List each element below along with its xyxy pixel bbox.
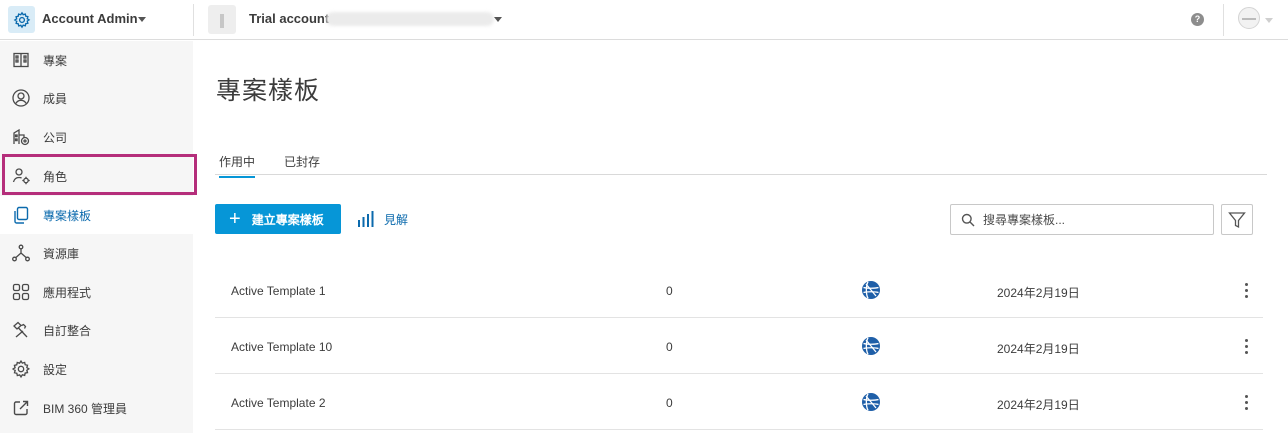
user-gear-icon xyxy=(12,168,30,185)
sidebar-item-label: 設定 xyxy=(43,362,68,377)
external-link-icon xyxy=(13,400,29,416)
tab-archived[interactable]: 已封存 xyxy=(284,153,320,176)
sidebar-item-label: 自訂整合 xyxy=(43,323,92,338)
gear-icon[interactable] xyxy=(8,6,35,33)
template-name[interactable]: Active Template 1 xyxy=(231,284,326,298)
table-row[interactable]: Active Template 1 0 2024年2月19日 xyxy=(215,262,1263,318)
hammer-icon xyxy=(13,321,28,338)
app-title[interactable]: Account Admin xyxy=(42,11,138,26)
building-icon xyxy=(13,52,29,68)
tab-bar: 作用中 已封存 xyxy=(215,150,1267,178)
divider xyxy=(193,4,194,36)
more-options-icon[interactable] xyxy=(1239,391,1253,413)
sidebar-item-apps[interactable]: 應用程式 xyxy=(0,273,193,311)
sidebar-item-label: 專案樣板 xyxy=(43,208,92,223)
page-title: 專案樣板 xyxy=(216,77,321,105)
sidebar-item-label: 資源庫 xyxy=(43,246,80,261)
help-icon[interactable]: ? xyxy=(1191,13,1204,26)
account-thumbnail[interactable] xyxy=(208,5,236,34)
apps-grid-icon xyxy=(12,283,30,301)
chevron-down-icon[interactable] xyxy=(494,17,502,22)
table-row[interactable]: Active Template 2 0 2024年2月19日 xyxy=(215,374,1263,430)
filter-icon xyxy=(1228,211,1246,228)
globe-icon xyxy=(862,393,880,411)
sidebar: 專案 成員 公司 角色 專案樣板 資源庫 應用程式 自訂整合 設定 BIM 36… xyxy=(0,41,193,433)
avatar[interactable] xyxy=(1238,7,1260,29)
sidebar-item-members[interactable]: 成員 xyxy=(0,79,193,117)
search-icon xyxy=(961,213,975,227)
template-count: 0 xyxy=(666,340,673,354)
sidebar-item-custom-integrations[interactable]: 自訂整合 xyxy=(0,311,193,349)
template-count: 0 xyxy=(666,284,673,298)
filter-button[interactable] xyxy=(1221,204,1253,235)
sidebar-item-label: 專案 xyxy=(43,53,68,68)
sidebar-item-settings[interactable]: 設定 xyxy=(0,350,193,388)
sidebar-item-label: 角色 xyxy=(43,169,68,184)
chevron-down-icon[interactable] xyxy=(138,17,146,22)
template-name[interactable]: Active Template 2 xyxy=(231,396,326,410)
network-icon xyxy=(12,244,30,262)
search-input[interactable] xyxy=(983,211,1203,229)
create-template-label: 建立專案樣板 xyxy=(251,212,324,227)
globe-icon xyxy=(862,281,880,299)
sidebar-item-roles[interactable]: 角色 xyxy=(0,157,193,195)
template-name[interactable]: Active Template 10 xyxy=(231,340,332,354)
company-icon xyxy=(13,128,30,146)
template-count: 0 xyxy=(666,396,673,410)
sidebar-item-project-templates[interactable]: 專案樣板 xyxy=(0,196,193,234)
sidebar-item-label: 應用程式 xyxy=(43,285,92,300)
sidebar-item-label: 公司 xyxy=(43,130,68,145)
sidebar-item-projects[interactable]: 專案 xyxy=(0,41,193,79)
copy-icon xyxy=(14,206,29,224)
bar-chart-icon xyxy=(358,211,374,227)
chevron-down-icon[interactable] xyxy=(1265,18,1273,23)
sidebar-item-label: BIM 360 管理員 xyxy=(43,401,128,416)
create-template-button[interactable]: + 建立專案樣板 xyxy=(215,204,341,234)
sidebar-item-label: 成員 xyxy=(43,91,68,106)
table-row[interactable]: Active Template 10 0 2024年2月19日 xyxy=(215,318,1263,374)
search-box[interactable] xyxy=(950,204,1214,235)
template-date: 2024年2月19日 xyxy=(997,398,1080,412)
plus-icon: + xyxy=(229,208,241,230)
gear-icon xyxy=(11,359,31,379)
sidebar-item-companies[interactable]: 公司 xyxy=(0,118,193,156)
more-options-icon[interactable] xyxy=(1239,279,1253,301)
template-date: 2024年2月19日 xyxy=(997,286,1080,300)
divider xyxy=(1223,4,1224,36)
template-date: 2024年2月19日 xyxy=(997,342,1080,356)
insights-link[interactable]: 見解 xyxy=(357,209,408,229)
user-circle-icon xyxy=(12,89,30,107)
tab-active[interactable]: 作用中 xyxy=(219,153,256,178)
more-options-icon[interactable] xyxy=(1239,335,1253,357)
sidebar-item-bim360-admin[interactable]: BIM 360 管理員 xyxy=(0,389,193,427)
account-email-redacted xyxy=(326,12,494,26)
globe-icon xyxy=(862,337,880,355)
insights-label: 見解 xyxy=(384,212,409,227)
sidebar-item-library[interactable]: 資源庫 xyxy=(0,234,193,272)
top-bar: Account Admin Trial account ? xyxy=(0,0,1288,40)
account-name[interactable]: Trial account xyxy=(249,11,329,26)
